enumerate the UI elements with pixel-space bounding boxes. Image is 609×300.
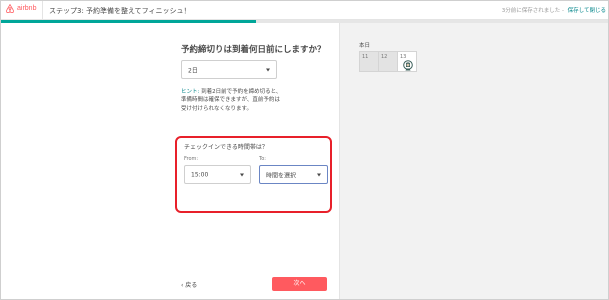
autosave-status: 3分前に保存されました - xyxy=(501,8,564,14)
chevron-down-icon xyxy=(317,173,321,176)
logo-text: airbnb xyxy=(17,5,37,12)
hint-line-3: 受け付けられなくなります。 xyxy=(181,105,252,112)
chevron-down-icon xyxy=(266,68,270,71)
header-divider xyxy=(42,1,43,20)
to-label: To: xyxy=(259,156,266,162)
from-label: From: xyxy=(184,156,199,162)
checkin-from-value: 15:00 xyxy=(191,171,209,178)
checkin-to-value: 時間を選択 xyxy=(266,172,297,179)
top-header: airbnb ステップ3: 予約準備を整えてフィニッシュ！ 3分前に保存されまし… xyxy=(1,1,608,20)
hint-label: ヒント: xyxy=(181,89,200,95)
calendar-day-number: 11 xyxy=(362,54,369,60)
save-and-exit-link[interactable]: 保存して閉じる xyxy=(568,6,606,14)
app-window: airbnb ステップ3: 予約準備を整えてフィニッシュ！ 3分前に保存されまし… xyxy=(0,0,609,300)
hint-line-1: 到着2日前で予約を締め切ると、 xyxy=(201,89,282,95)
chevron-down-icon xyxy=(240,173,244,176)
calendar-day-number: 12 xyxy=(381,54,388,60)
airbnb-logo-icon xyxy=(6,4,14,13)
checkin-to-select[interactable]: 時間を選択 xyxy=(259,165,328,184)
days-before-select[interactable]: 2日 xyxy=(181,60,277,79)
back-link[interactable]: ‹ 戻る xyxy=(181,280,197,289)
checkin-question: チェックインできる時間帯は？ xyxy=(184,144,268,151)
hint-line-2: 準備時間は確保できますが、直前予約は xyxy=(181,97,280,104)
hint-text: ヒント: 到着2日前で予約を締め切ると、 準備時間は確保できますが、直前予約は … xyxy=(181,88,326,113)
calendar-day[interactable]: 12 xyxy=(378,51,398,72)
calendar-today-label: 本日 xyxy=(359,43,371,49)
calendar-panel: 本日 11 12 13 xyxy=(339,23,608,299)
main-panel: 予約締切りは到着何日前にしますか？ 2日 ヒント: 到着2日前で予約を締め切ると… xyxy=(1,23,339,299)
airbnb-logo[interactable]: airbnb xyxy=(6,4,36,13)
calendar-grid: 11 12 13 xyxy=(359,51,417,72)
page-title: 予約締切りは到着何日前にしますか？ xyxy=(181,45,326,55)
days-before-value: 2日 xyxy=(188,67,198,74)
guest-avatar-icon xyxy=(403,60,413,71)
step-title: ステップ3: 予約準備を整えてフィニッシュ！ xyxy=(49,7,191,15)
calendar-day[interactable]: 13 xyxy=(397,51,417,72)
checkin-from-select[interactable]: 15:00 xyxy=(184,165,251,184)
checkin-time-section: チェックインできる時間帯は？ From: To: 15:00 時間を選択 xyxy=(175,136,332,213)
next-button[interactable]: 次へ xyxy=(272,277,327,291)
calendar-day[interactable]: 11 xyxy=(359,51,379,72)
